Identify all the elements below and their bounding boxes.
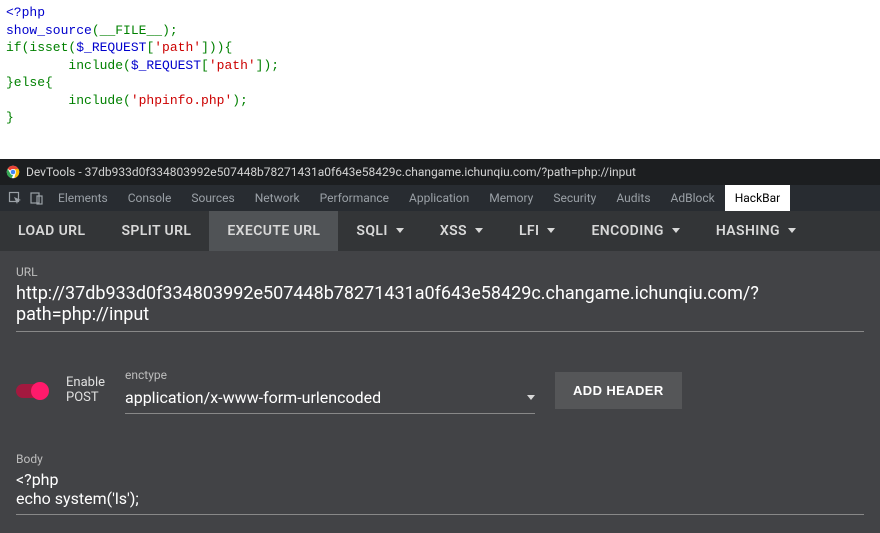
chevron-down-icon <box>788 228 796 233</box>
body-label: Body <box>16 452 864 466</box>
devtools-title-text: DevTools - 37db933d0f334803992e507448b78… <box>26 165 636 179</box>
chevron-down-icon <box>672 228 680 233</box>
devtools-window: DevTools - 37db933d0f334803992e507448b78… <box>0 159 880 533</box>
enctype-select[interactable]: application/x-www-form-urlencoded <box>125 384 535 414</box>
tab-hackbar[interactable]: HackBar <box>725 185 791 211</box>
url-label: URL <box>16 265 864 279</box>
enable-post-toggle[interactable] <box>16 384 46 398</box>
hackbar-toolbar: LOAD URL SPLIT URL EXECUTE URL SQLI XSS … <box>0 211 880 251</box>
devtools-tabs: ElementsConsoleSourcesNetworkPerformance… <box>0 185 880 211</box>
encoding-menu[interactable]: ENCODING <box>573 211 697 251</box>
tab-elements[interactable]: Elements <box>48 185 118 211</box>
php-source-code: <?phpshow_source(__FILE__);if(isset($_RE… <box>0 0 880 131</box>
tab-audits[interactable]: Audits <box>606 185 660 211</box>
tab-console[interactable]: Console <box>118 185 182 211</box>
hackbar-panel: URL http://37db933d0f334803992e507448b78… <box>0 251 880 533</box>
xss-menu[interactable]: XSS <box>422 211 501 251</box>
tab-performance[interactable]: Performance <box>310 185 399 211</box>
hashing-menu[interactable]: HASHING <box>698 211 814 251</box>
enctype-label: enctype <box>125 368 535 382</box>
split-url-button[interactable]: SPLIT URL <box>103 211 209 251</box>
tab-application[interactable]: Application <box>399 185 479 211</box>
add-header-button[interactable]: ADD HEADER <box>555 372 682 409</box>
chevron-down-icon <box>527 395 535 400</box>
execute-url-button[interactable]: EXECUTE URL <box>209 211 338 251</box>
chevron-down-icon <box>396 228 404 233</box>
inspect-icon[interactable] <box>4 185 26 211</box>
lfi-menu[interactable]: LFI <box>501 211 574 251</box>
sqli-menu[interactable]: SQLI <box>338 211 421 251</box>
tab-memory[interactable]: Memory <box>479 185 543 211</box>
tab-sources[interactable]: Sources <box>181 185 244 211</box>
chevron-down-icon <box>475 228 483 233</box>
body-input[interactable]: <?php echo system('ls'); <box>16 468 864 515</box>
toggle-label: Enable POST <box>66 376 105 406</box>
url-input[interactable]: http://37db933d0f334803992e507448b782714… <box>16 281 864 332</box>
chrome-icon <box>6 165 20 179</box>
chevron-down-icon <box>547 228 555 233</box>
tab-adblock[interactable]: AdBlock <box>661 185 725 211</box>
toggle-knob <box>31 382 49 400</box>
tab-network[interactable]: Network <box>245 185 310 211</box>
device-icon[interactable] <box>26 185 48 211</box>
load-url-button[interactable]: LOAD URL <box>0 211 103 251</box>
devtools-titlebar: DevTools - 37db933d0f334803992e507448b78… <box>0 159 880 185</box>
tab-security[interactable]: Security <box>543 185 606 211</box>
